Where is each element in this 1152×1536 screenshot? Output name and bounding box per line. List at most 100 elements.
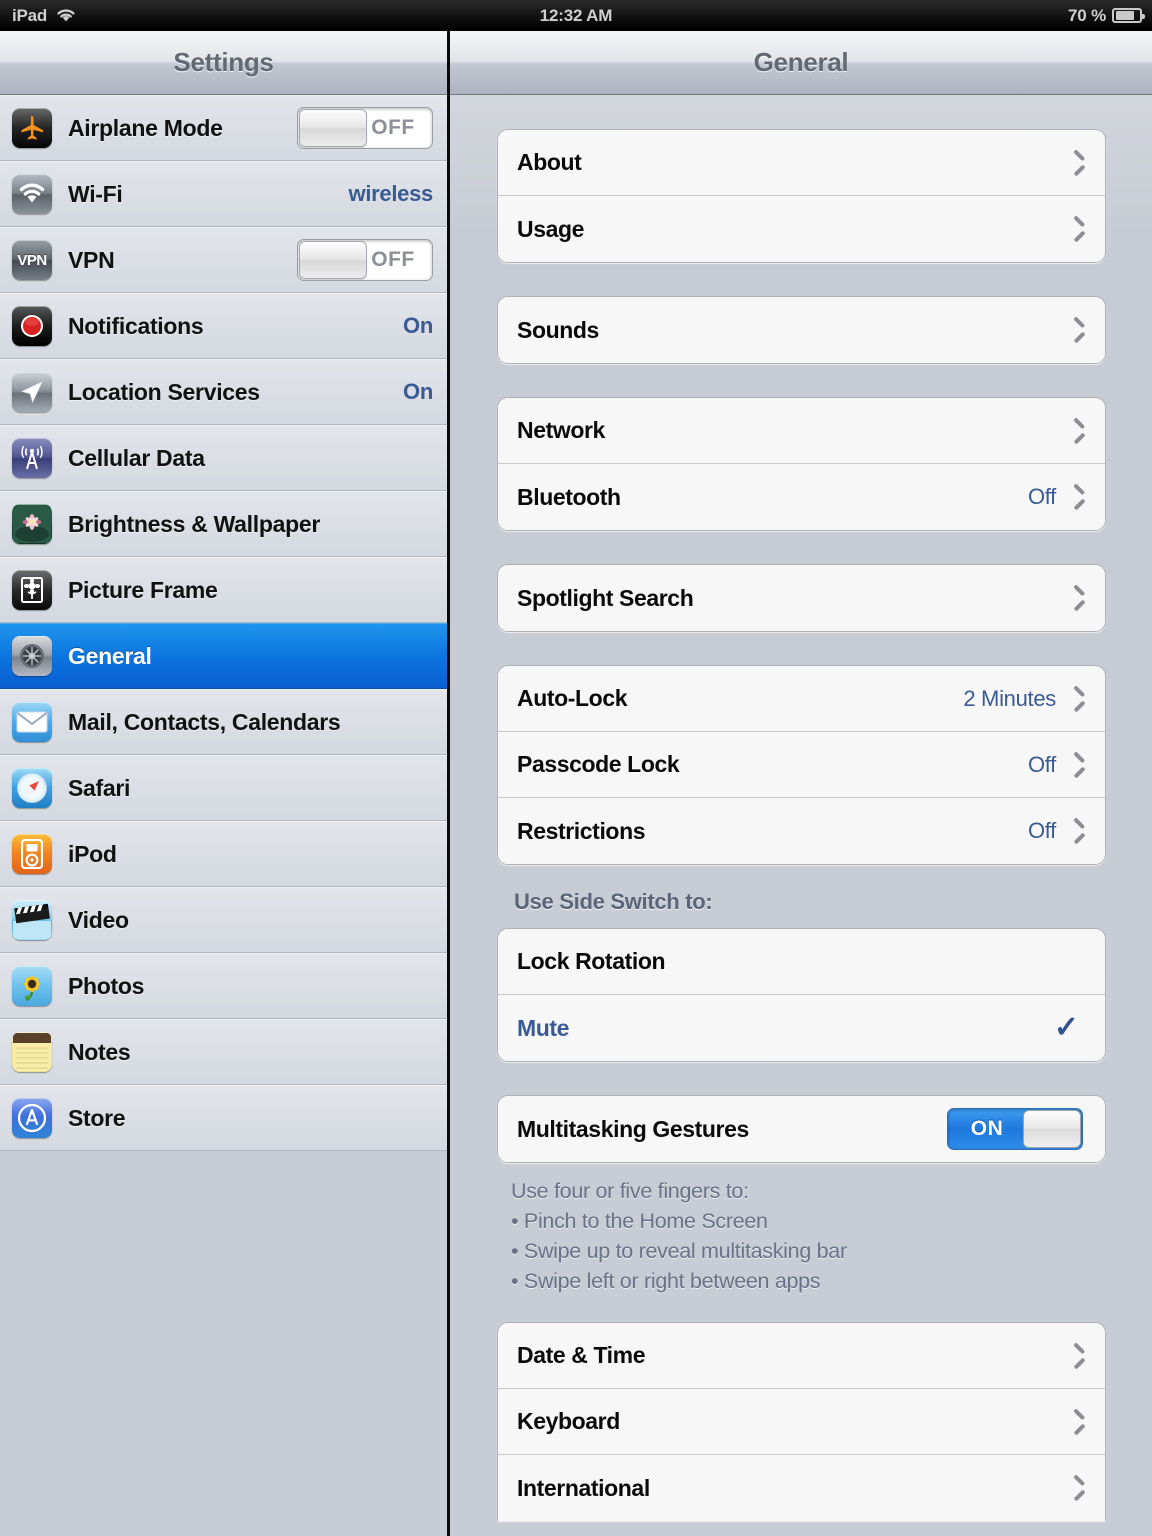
sidebar-item-notes[interactable]: Notes [0,1019,447,1085]
settings-row-spotlight-search[interactable]: Spotlight Search [498,565,1105,631]
sidebar-item-label: Notifications [68,312,204,339]
sidebar-item-label: Safari [68,774,131,801]
settings-row-about[interactable]: About [498,130,1105,196]
wallpaper-icon [12,504,52,544]
settings-row-auto-lock[interactable]: Auto-Lock 2 Minutes [498,666,1105,732]
settings-row-label: Network [517,417,605,443]
settings-row-label: About [517,149,582,175]
settings-row-label: Auto-Lock [517,685,628,711]
toggle-switch[interactable]: OFF [297,239,433,281]
settings-group: Lock Rotation Mute ✓ [497,928,1106,1062]
sidebar-item-photos[interactable]: Photos [0,953,447,1019]
settings-sidebar: Settings Airplane Mode OFF Wi-Fi wireless VP… [0,31,450,1536]
settings-row-label: Date & Time [517,1342,646,1368]
sidebar-item-label: Wi-Fi [68,180,123,207]
settings-row-sounds[interactable]: Sounds [498,297,1105,363]
toggle-knob[interactable] [299,109,367,147]
settings-group: Date & Time Keyboard International [497,1322,1106,1521]
sidebar-item-vpn[interactable]: VPN VPN OFF [0,227,447,293]
sidebar-item-safari[interactable]: Safari [0,755,447,821]
page-title: General [753,47,849,77]
main-navbar: General [450,31,1152,95]
settings-group: Multitasking Gestures ON [497,1095,1106,1163]
settings-row-label: International [517,1474,650,1501]
sidebar-item-label: Video [68,906,129,933]
settings-row-label: Lock Rotation [517,948,666,974]
sidebar-item-cellular-data[interactable]: Cellular Data [0,425,447,491]
sidebar-list: Airplane Mode OFF Wi-Fi wireless VPN VPN OFF No… [0,95,447,1151]
toggle-switch[interactable]: ON [947,1108,1083,1150]
sidebar-item-value: On [403,379,433,404]
chevron-right-icon [1070,319,1083,341]
chevron-right-icon [1070,152,1083,174]
checkmark-icon: ✓ [1053,1011,1079,1044]
toggle-knob[interactable] [1023,1110,1081,1148]
settings-row-passcode-lock[interactable]: Passcode Lock Off [498,732,1105,798]
chevron-right-icon [1070,486,1083,508]
sidebar-item-picture-frame[interactable]: Picture Frame [0,557,447,623]
chevron-right-icon [1070,1411,1083,1433]
settings-row-label: Usage [517,215,585,242]
sidebar-item-label: VPN [68,246,115,273]
sidebar-item-store[interactable]: Store [0,1085,447,1151]
sidebar-item-video[interactable]: Video [0,887,447,953]
location-icon [12,372,52,412]
settings-row-bluetooth[interactable]: Bluetooth Off [498,464,1105,530]
sidebar-item-airplane-mode[interactable]: Airplane Mode OFF [0,95,447,161]
settings-row-mute[interactable]: Mute ✓ [498,995,1105,1061]
notifications-icon [12,306,52,346]
settings-group: Network Bluetooth Off [497,397,1106,531]
sidebar-item-mail-contacts-calendars[interactable]: Mail, Contacts, Calendars [0,689,447,755]
battery-percent: 70 % [1068,5,1106,25]
chevron-right-icon [1070,1345,1083,1367]
vpn-icon: VPN [12,240,52,280]
general-detail-pane: General About Usage Sounds Network Bluetooth… [450,31,1152,1536]
settings-groups-container: About Usage Sounds Network Bluetooth Off Spotl… [450,95,1152,1536]
status-bar-left: iPad [0,6,77,26]
safari-icon [12,768,52,808]
sidebar-empty-area [0,1151,447,1536]
sidebar-item-location-services[interactable]: Location Services On [0,359,447,425]
sidebar-item-brightness-wallpaper[interactable]: Brightness & Wallpaper [0,491,447,557]
toggle-state-label: ON [970,1117,1004,1140]
sidebar-item-label: Picture Frame [68,576,218,603]
sidebar-item-notifications[interactable]: Notifications On [0,293,447,359]
chevron-right-icon [1070,587,1083,609]
settings-row-usage[interactable]: Usage [498,196,1105,262]
settings-row-label: Multitasking Gestures [517,1115,749,1142]
settings-row-label: Passcode Lock [517,751,680,777]
settings-group: Spotlight Search [497,564,1106,632]
clock-time: 12:32 AM [539,5,613,25]
settings-row-keyboard[interactable]: Keyboard [498,1389,1105,1455]
settings-row-label: Sounds [517,316,599,343]
settings-row-international[interactable]: International [498,1455,1105,1521]
settings-row-network[interactable]: Network [498,398,1105,464]
sidebar-item-label: iPod [68,840,117,867]
sidebar-item-ipod[interactable]: iPod [0,821,447,887]
sidebar-item-wi-fi[interactable]: Wi-Fi wireless [0,161,447,227]
settings-row-label: Restrictions [517,817,646,844]
settings-group: Auto-Lock 2 Minutes Passcode Lock Off Restri… [497,665,1106,865]
cellular-icon [12,438,52,478]
battery-icon [1112,8,1145,23]
device-name: iPad [12,5,48,25]
chevron-right-icon [1070,820,1083,842]
group-header: Use Side Switch to: [514,889,713,914]
settings-row-restrictions[interactable]: Restrictions Off [498,798,1105,864]
settings-group: Sounds [497,296,1106,364]
sidebar-item-general[interactable]: General [0,623,447,689]
battery-fill [1115,11,1134,20]
toggle-switch[interactable]: OFF [297,107,433,149]
sidebar-item-label: Mail, Contacts, Calendars [68,708,341,735]
sidebar-item-label: Notes [68,1038,131,1065]
toggle-knob[interactable] [299,241,367,279]
chevron-right-icon [1070,420,1083,442]
split-view: Settings Airplane Mode OFF Wi-Fi wireless VP… [0,31,1152,1536]
settings-row-multitasking-gestures[interactable]: Multitasking Gestures ON [498,1096,1105,1162]
settings-row-date-time[interactable]: Date & Time [498,1323,1105,1389]
wifi-settings-icon [12,174,52,214]
chevron-right-icon [1070,1477,1083,1499]
chevron-right-icon [1070,218,1083,240]
settings-row-lock-rotation[interactable]: Lock Rotation [498,929,1105,995]
settings-row-label: Spotlight Search [517,584,694,611]
